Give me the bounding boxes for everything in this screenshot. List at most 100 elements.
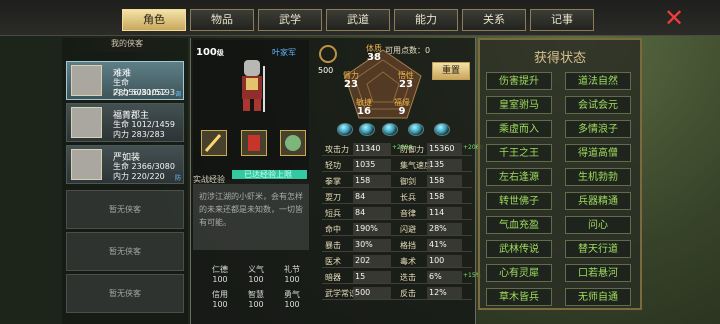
virtue-loyalty: 义气 100 bbox=[248, 265, 264, 284]
empty-hero-slot[interactable]: 暂无侠客 bbox=[66, 274, 184, 313]
level-text: 100级 bbox=[196, 47, 224, 58]
close-icon[interactable]: ✕ bbox=[660, 4, 688, 32]
attr-comprehension: 悟性 23 bbox=[398, 71, 414, 90]
status-title: 获得状态 bbox=[533, 51, 586, 66]
attr-strength: 臂力 23 bbox=[343, 71, 359, 90]
tab-relations[interactable]: 关系 bbox=[462, 9, 526, 31]
stat-value: 41% bbox=[427, 239, 462, 251]
stat-row: 暴击 30% 格挡 41% bbox=[322, 239, 472, 252]
hero-mp: 内力 5081/5193 bbox=[113, 88, 175, 97]
stat-label: 轻功 bbox=[325, 161, 341, 170]
top-tab-bar: 角色 物品 武学 武道 能力 关系 记事 ✕ bbox=[0, 0, 720, 36]
virtue-wisdom: 智慧 100 bbox=[248, 290, 264, 309]
stat-label: 格挡 bbox=[400, 241, 416, 250]
status-item[interactable]: 问心 bbox=[565, 216, 631, 234]
stat-value: 500 bbox=[353, 287, 391, 299]
hero-avatar bbox=[71, 149, 102, 180]
reset-button[interactable]: 重置 bbox=[432, 62, 470, 80]
stat-label: 御剑 bbox=[400, 177, 416, 186]
virtue-etiquette: 礼节 100 bbox=[284, 265, 300, 284]
status-item[interactable]: 口若悬河 bbox=[565, 264, 631, 282]
faction-text: 叶家军 bbox=[272, 48, 296, 57]
status-item[interactable]: 多情浪子 bbox=[565, 120, 631, 138]
tab-journal[interactable]: 记事 bbox=[530, 9, 594, 31]
tab-abilities[interactable]: 能力 bbox=[394, 9, 458, 31]
gem-icon[interactable] bbox=[382, 123, 398, 136]
stat-row: 拳掌 158 御剑 158 bbox=[322, 175, 472, 188]
exp-text: 已达经验上限 bbox=[244, 170, 292, 179]
status-item[interactable]: 气血充盈 bbox=[486, 216, 552, 234]
status-item[interactable]: 心有灵犀 bbox=[486, 264, 552, 282]
status-item[interactable]: 草木皆兵 bbox=[486, 288, 552, 306]
stat-label: 拳掌 bbox=[325, 177, 341, 186]
virtue-courage: 勇气 100 bbox=[284, 290, 300, 309]
stat-label: 音律 bbox=[400, 209, 416, 218]
stat-value: 158 bbox=[353, 175, 391, 187]
status-item[interactable]: 左右逢源 bbox=[486, 168, 552, 186]
stat-label: 暴击 bbox=[325, 241, 341, 250]
hero-tag: 调 bbox=[174, 91, 181, 98]
stat-label: 耍刀 bbox=[325, 193, 341, 202]
hero-mp: 内力 220/220 bbox=[113, 172, 165, 181]
stat-value: 100 bbox=[427, 255, 462, 267]
skill-slot-armor[interactable] bbox=[241, 130, 267, 156]
status-item[interactable]: 转世佛子 bbox=[486, 192, 552, 210]
stat-value: 15 bbox=[353, 271, 391, 283]
hero-avatar bbox=[71, 107, 102, 138]
skill-slot-jade[interactable] bbox=[280, 130, 306, 156]
hero-card[interactable]: 严如装 生命 2366/3080 内力 220/220 防 bbox=[66, 145, 184, 184]
stat-row: 暗器 15 迭击 6% +15% bbox=[322, 271, 481, 284]
virtue-credibility: 信用 100 bbox=[212, 290, 228, 309]
tab-items[interactable]: 物品 bbox=[190, 9, 254, 31]
stat-label: 闪避 bbox=[400, 225, 416, 234]
status-item[interactable]: 生机勃勃 bbox=[565, 168, 631, 186]
status-item[interactable]: 武林传说 bbox=[486, 240, 552, 258]
tab-character[interactable]: 角色 bbox=[122, 9, 186, 31]
status-item[interactable]: 兵器精通 bbox=[565, 192, 631, 210]
stat-value: 6% bbox=[427, 271, 462, 283]
stat-value: 30% bbox=[353, 239, 391, 251]
tab-martial-way[interactable]: 武道 bbox=[326, 9, 390, 31]
stat-row: 武学常识 500 反击 12% bbox=[322, 287, 472, 300]
gem-icon[interactable] bbox=[434, 123, 450, 136]
stat-value: 12% bbox=[427, 287, 462, 299]
empty-hero-slot[interactable]: 暂无侠客 bbox=[66, 232, 184, 271]
status-item[interactable]: 千王之王 bbox=[486, 144, 552, 162]
status-item[interactable]: 无师自通 bbox=[565, 288, 631, 306]
stat-value: 1035 bbox=[353, 159, 391, 171]
stat-label: 长兵 bbox=[400, 193, 416, 202]
attr-agility: 敏捷 16 bbox=[356, 98, 372, 117]
bonus-icon bbox=[319, 45, 337, 63]
status-item[interactable]: 会试会元 bbox=[565, 96, 631, 114]
hero-list-title: 我的侠客 bbox=[72, 38, 182, 52]
stat-value: 190% bbox=[353, 223, 391, 235]
bonus-value: 500 bbox=[318, 66, 334, 75]
gem-icon[interactable] bbox=[359, 123, 375, 136]
attr-fortune: 福缘 9 bbox=[394, 98, 410, 117]
virtue-benevolence: 仁德 100 bbox=[212, 265, 228, 284]
gem-icon[interactable] bbox=[408, 123, 424, 136]
hero-card[interactable]: 难难 生命 28056/30052 内力 5081/5193 调 bbox=[66, 61, 184, 100]
stat-row: 攻击力 11340 +2094 防御力 15360 +2068 bbox=[322, 143, 483, 156]
hero-mp: 内力 283/283 bbox=[113, 130, 165, 139]
stat-label: 医术 bbox=[325, 257, 341, 266]
status-item[interactable]: 伤害提升 bbox=[486, 72, 552, 90]
status-item[interactable]: 得道高僧 bbox=[565, 144, 631, 162]
stat-value: 11340 bbox=[353, 143, 391, 155]
hero-figure-icon bbox=[242, 60, 265, 112]
gem-icon[interactable] bbox=[337, 123, 353, 136]
hero-tag: 防 bbox=[174, 175, 181, 182]
stat-row: 耍刀 84 长兵 158 bbox=[322, 191, 472, 204]
hero-card[interactable]: 福菁郡主 生命 1012/1459 内力 283/283 bbox=[66, 103, 184, 142]
empty-hero-slot[interactable]: 暂无侠客 bbox=[66, 190, 184, 229]
stat-row: 命中 190% 闪避 28% bbox=[322, 223, 472, 236]
stat-label: 迭击 bbox=[400, 273, 416, 282]
stat-value: 84 bbox=[353, 207, 391, 219]
status-item[interactable]: 皇室驸马 bbox=[486, 96, 552, 114]
status-item[interactable]: 替天行道 bbox=[565, 240, 631, 258]
status-item[interactable]: 乘虚而入 bbox=[486, 120, 552, 138]
status-item[interactable]: 道法自然 bbox=[565, 72, 631, 90]
stats-table: 攻击力 11340 +2094 防御力 15360 +2068 轻功 1035 集气速度 135 拳… bbox=[322, 143, 483, 306]
tab-martial-arts[interactable]: 武学 bbox=[258, 9, 322, 31]
skill-slot-sword[interactable] bbox=[201, 130, 227, 156]
